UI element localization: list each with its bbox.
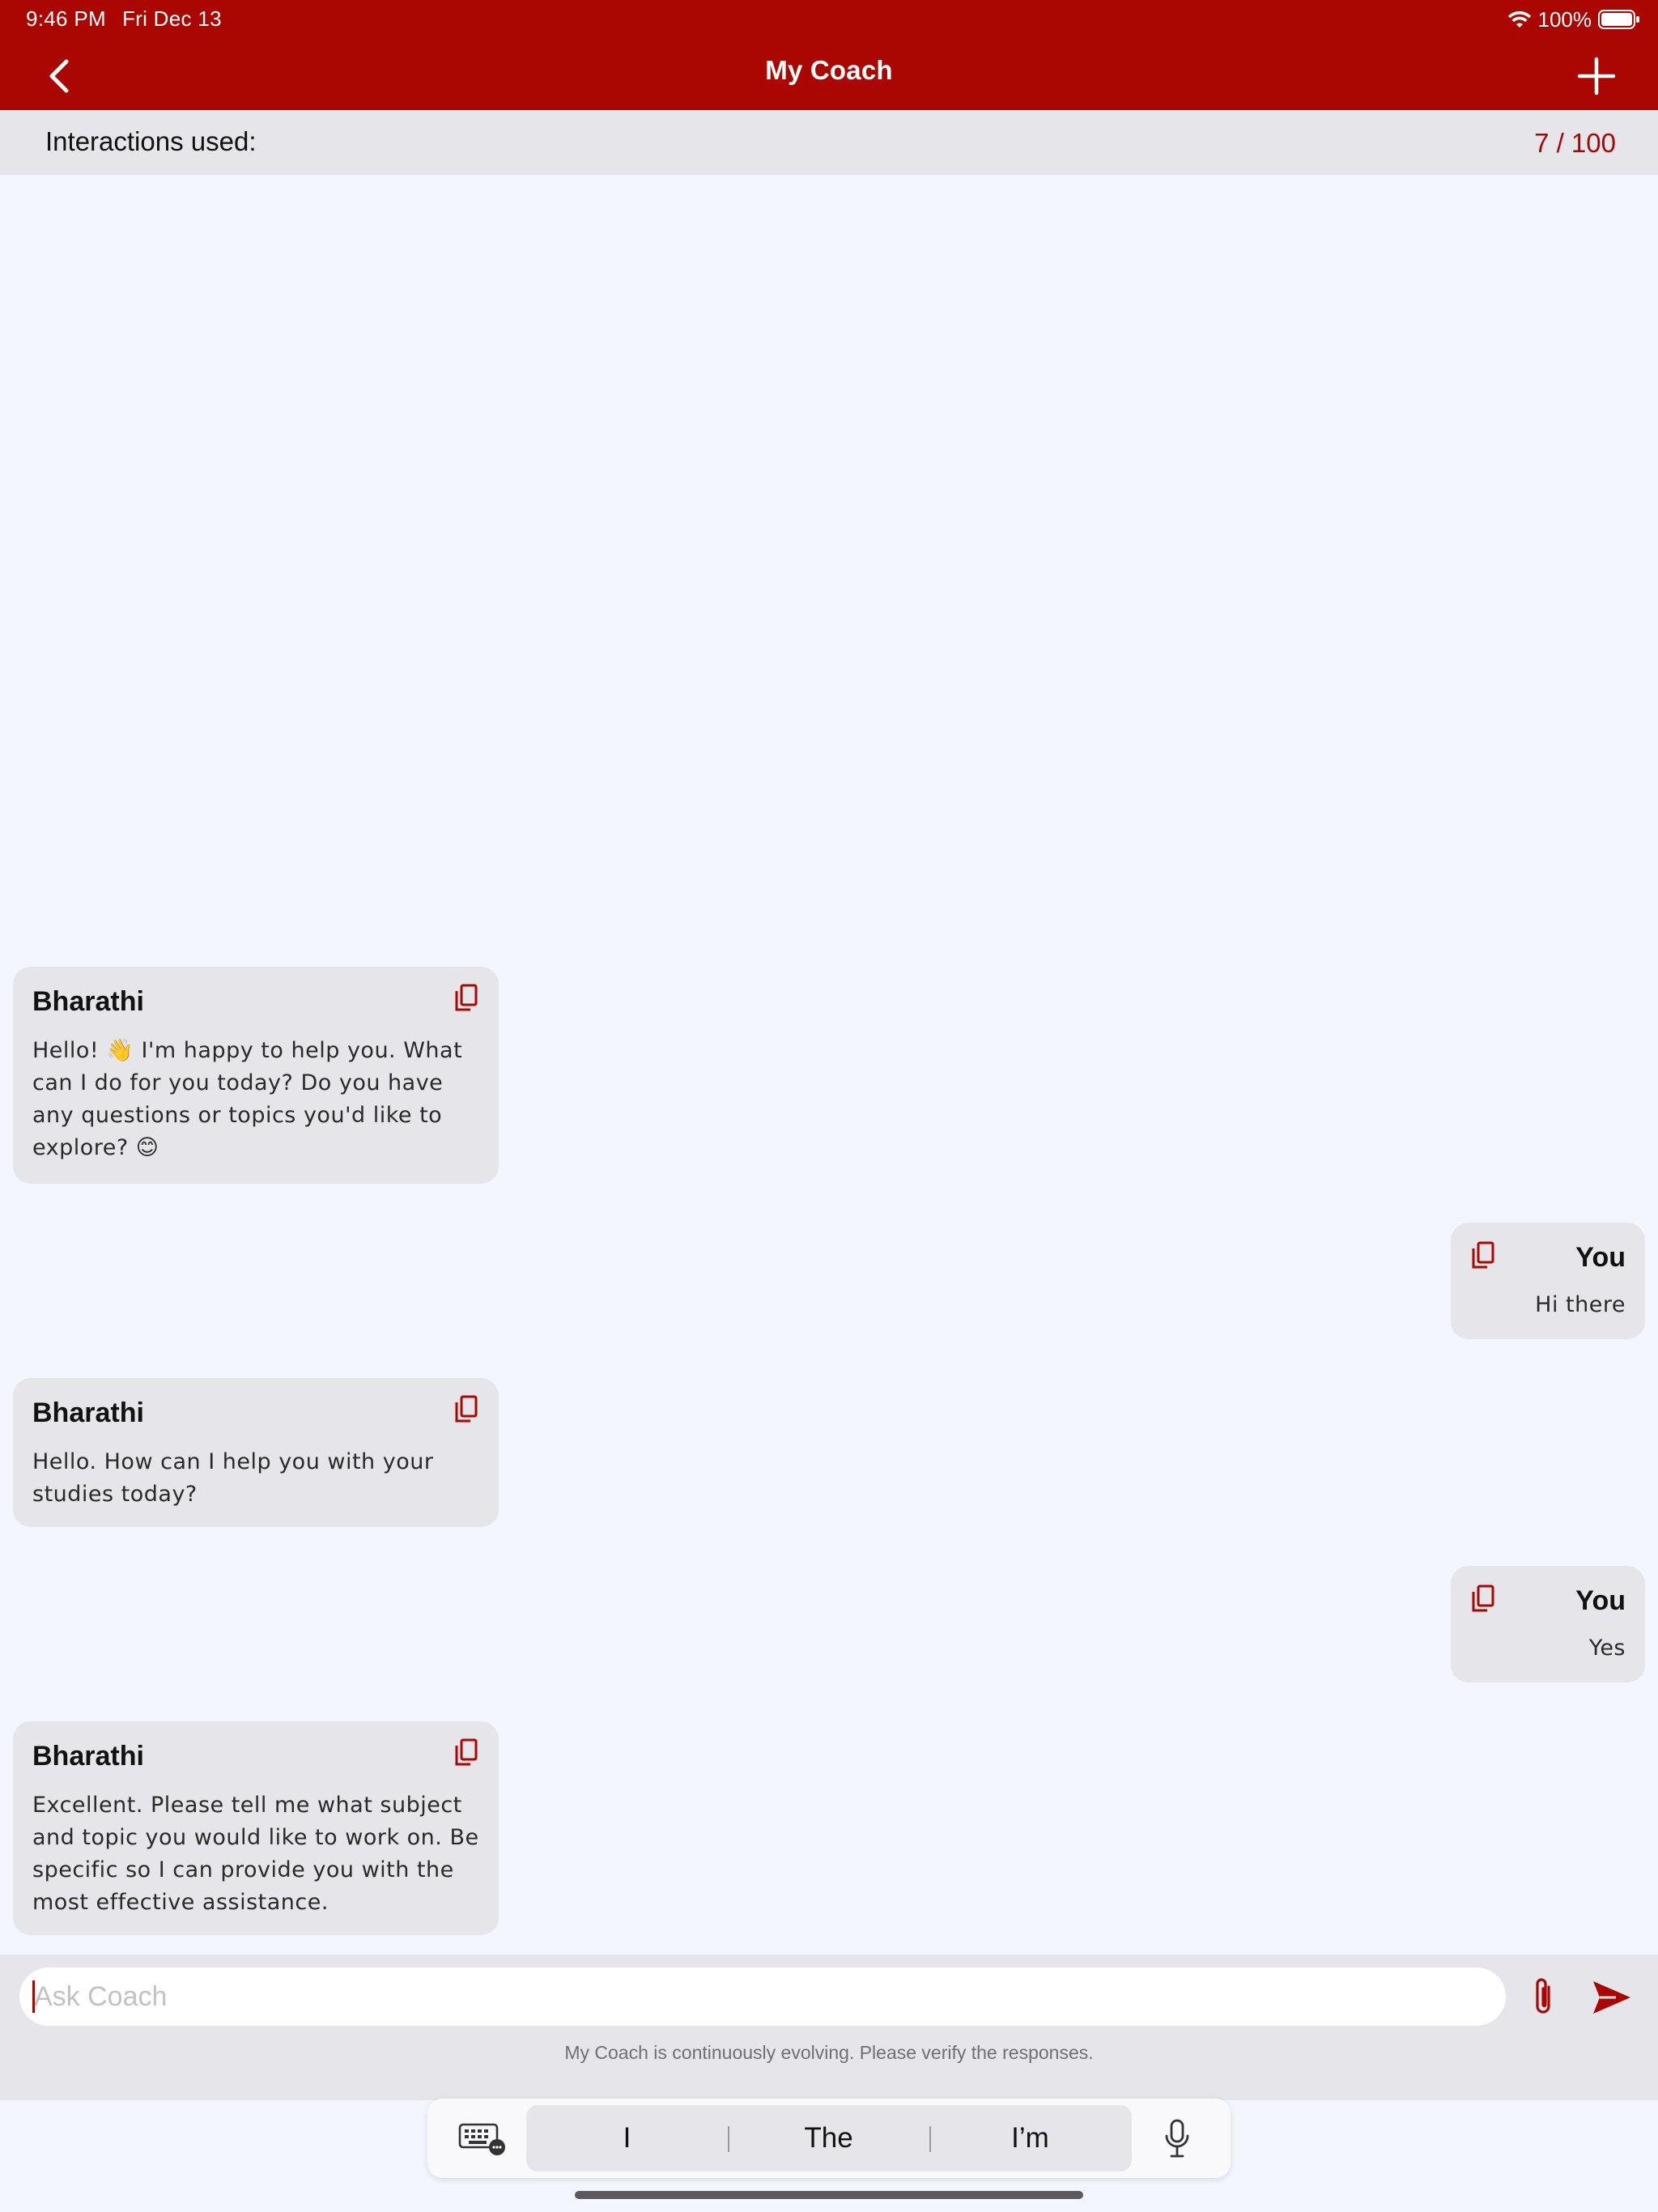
message-text: Excellent. Please tell me what subject a… bbox=[32, 1793, 479, 1915]
app-header: 9:46 PM Fri Dec 13 100% My Coach bbox=[0, 0, 1658, 110]
message-sender: Bharathi bbox=[32, 1741, 144, 1772]
keyboard-shortcut-bar: I The I’m bbox=[427, 2099, 1231, 2178]
message-text: Hello! 👋 I'm happy to help you. What can… bbox=[32, 1038, 463, 1160]
disclaimer: My Coach is continuously evolving. Pleas… bbox=[564, 2042, 1094, 2063]
battery-full-icon bbox=[1598, 9, 1640, 30]
new-chat-button[interactable] bbox=[1577, 57, 1616, 96]
suggestion-3[interactable]: I’m bbox=[929, 2105, 1131, 2172]
user-message: You Hi there bbox=[1451, 1223, 1645, 1339]
composer: My Coach is continuously evolving. Pleas… bbox=[0, 1955, 1658, 2100]
coach-message: Bharathi Hello! 👋 I'm happy to help you.… bbox=[13, 967, 499, 1184]
wifi-icon bbox=[1507, 10, 1532, 29]
coach-message: Bharathi Hello. How can I help you with … bbox=[13, 1378, 499, 1527]
message-text: Hello. How can I help you with your stud… bbox=[32, 1449, 434, 1507]
coach-message: Bharathi Excellent. Please tell me what … bbox=[13, 1721, 499, 1935]
home-indicator bbox=[575, 2191, 1083, 2199]
copy-icon[interactable] bbox=[453, 983, 479, 1012]
text-caret bbox=[32, 1980, 35, 2013]
interactions-count: 7 / 100 bbox=[1534, 128, 1616, 158]
message-text: Hi there bbox=[1535, 1292, 1626, 1317]
status-bar-time: 9:46 PM Fri Dec 13 bbox=[26, 6, 238, 32]
interactions-label: Interactions used: bbox=[45, 126, 257, 156]
paperclip-icon[interactable] bbox=[1527, 1974, 1559, 2019]
send-icon[interactable] bbox=[1592, 1979, 1632, 2016]
message-sender: Bharathi bbox=[32, 986, 144, 1017]
suggestion-2[interactable]: The bbox=[728, 2105, 929, 2172]
battery-percent: 100% bbox=[1537, 6, 1592, 32]
keyboard-icon[interactable] bbox=[458, 2121, 507, 2157]
message-text: Yes bbox=[1588, 1636, 1626, 1661]
message-sender: Bharathi bbox=[32, 1397, 144, 1428]
status-date: Fri Dec 13 bbox=[121, 6, 222, 31]
message-sender: You bbox=[1575, 1242, 1626, 1273]
copy-icon[interactable] bbox=[1470, 1240, 1496, 1270]
status-bar-right: 100% bbox=[1507, 6, 1641, 32]
message-sender: You bbox=[1575, 1585, 1626, 1616]
user-message: You Yes bbox=[1451, 1566, 1645, 1682]
ask-coach-input[interactable] bbox=[19, 1967, 1506, 2026]
interactions-bar: Interactions used: 7 / 100 bbox=[0, 110, 1658, 175]
copy-icon[interactable] bbox=[453, 1394, 479, 1423]
plus-icon bbox=[1577, 57, 1616, 96]
page-title: My Coach bbox=[765, 55, 893, 85]
copy-icon[interactable] bbox=[1470, 1584, 1496, 1613]
copy-icon[interactable] bbox=[453, 1738, 479, 1767]
microphone-icon[interactable] bbox=[1163, 2118, 1192, 2160]
status-time: 9:46 PM bbox=[26, 6, 106, 31]
suggestion-1[interactable]: I bbox=[526, 2105, 728, 2172]
predictive-text-bar: I The I’m bbox=[526, 2105, 1132, 2172]
